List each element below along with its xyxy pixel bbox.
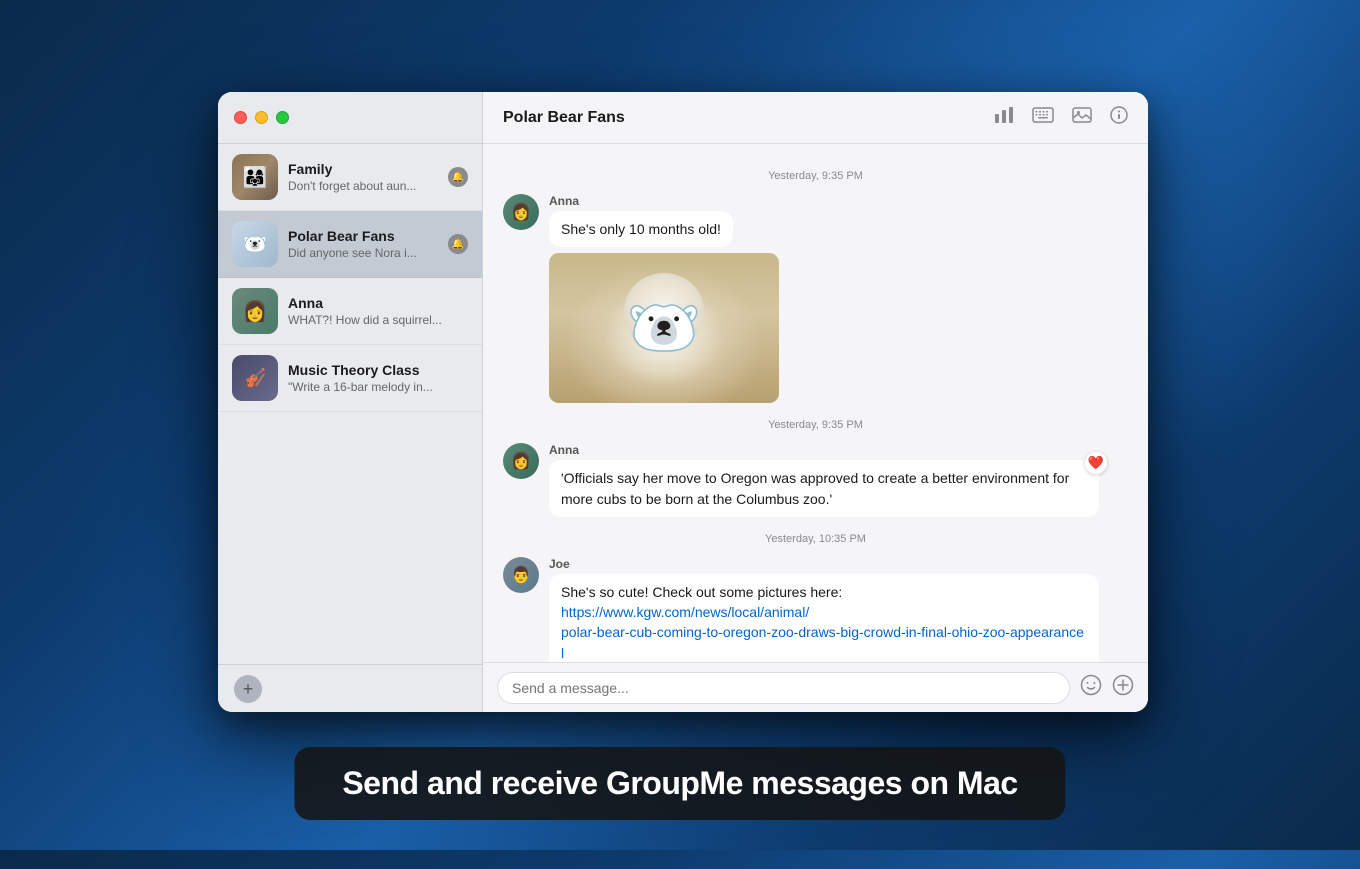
polar-bear-info: Polar Bear Fans Did anyone see Nora i...: [288, 228, 442, 260]
sidebar-item-anna[interactable]: 👩 Anna WHAT?! How did a squirrel...: [218, 278, 482, 345]
sidebar-item-polar-bear-fans[interactable]: 🐻‍❄️ Polar Bear Fans Did anyone see Nora…: [218, 211, 482, 278]
input-area: [483, 662, 1148, 712]
message-input[interactable]: [497, 672, 1070, 704]
sidebar-item-music-theory[interactable]: 🎻 Music Theory Class "Write a 16-bar mel…: [218, 345, 482, 412]
polar-bear-photo: [549, 253, 779, 403]
caption-bar: Send and receive GroupMe messages on Mac: [294, 747, 1065, 820]
message-content-anna-2: Anna 'Officials say her move to Oregon w…: [549, 443, 1128, 517]
chat-title: Polar Bear Fans: [503, 109, 994, 127]
mute-icon-2: 🔔: [452, 239, 464, 250]
avatar-anna-sidebar: 👩: [232, 288, 278, 334]
app-window: 👨‍👩‍👧 Family Don't forget about aun... 🔔…: [218, 92, 1148, 712]
caption-text: Send and receive GroupMe messages on Mac: [342, 765, 1017, 801]
message-anna-1: 👩 Anna She's only 10 months old!: [503, 194, 1128, 403]
keyboard-icon[interactable]: [1032, 107, 1054, 128]
avatar-family: 👨‍👩‍👧: [232, 154, 278, 200]
chat-area: Yesterday, 9:35 PM 👩 Anna She's only 10 …: [483, 144, 1148, 662]
sidebar-footer: +: [218, 664, 482, 712]
maximize-button[interactable]: [276, 111, 289, 124]
message-content-joe-1: Joe She's so cute! Check out some pictur…: [549, 557, 1128, 662]
plus-icon: +: [243, 680, 254, 698]
message-content-anna-1: Anna She's only 10 months old!: [549, 194, 1128, 403]
info-icon[interactable]: [1110, 106, 1128, 129]
sender-anna-2: Anna: [549, 443, 1128, 457]
message-text-anna-2: 'Officials say her move to Oregon was ap…: [549, 460, 1099, 517]
header-icons: [994, 106, 1128, 129]
message-anna-2: 👩 Anna 'Officials say her move to Oregon…: [503, 443, 1128, 517]
message-bubble-with-reaction: 'Officials say her move to Oregon was ap…: [549, 460, 1099, 517]
add-media-button[interactable]: [1112, 674, 1134, 702]
minimize-button[interactable]: [255, 111, 268, 124]
anna-preview: WHAT?! How did a squirrel...: [288, 313, 468, 327]
close-button[interactable]: [234, 111, 247, 124]
main-header: Polar Bear Fans: [483, 92, 1148, 144]
avatar-music: 🎻: [232, 355, 278, 401]
heart-reaction: ❤️: [1085, 452, 1107, 474]
polar-bear-name: Polar Bear Fans: [288, 228, 442, 244]
timestamp-1: Yesterday, 9:35 PM: [503, 170, 1128, 182]
emoji-button[interactable]: [1080, 674, 1102, 702]
main-content: Polar Bear Fans: [483, 92, 1148, 712]
anna-info: Anna WHAT?! How did a squirrel...: [288, 295, 468, 327]
timestamp-2: Yesterday, 9:35 PM: [503, 419, 1128, 431]
message-joe-1: 👨 Joe She's so cute! Check out some pict…: [503, 557, 1128, 662]
avatar-anna-chat-1: 👩: [503, 194, 539, 230]
conversation-list: 👨‍👩‍👧 Family Don't forget about aun... 🔔…: [218, 144, 482, 664]
avatar-joe-1: 👨: [503, 557, 539, 593]
message-text-anna-1: She's only 10 months old!: [549, 211, 733, 247]
timestamp-3: Yesterday, 10:35 PM: [503, 533, 1128, 545]
sender-anna-1: Anna: [549, 194, 1128, 208]
joe-text-1: She's so cute! Check out some pictures h…: [561, 584, 842, 600]
polar-bear-image-content: [549, 253, 779, 403]
music-preview: "Write a 16-bar melody in...: [288, 380, 468, 394]
family-name: Family: [288, 161, 442, 177]
photo-icon[interactable]: [1072, 106, 1092, 129]
family-preview: Don't forget about aun...: [288, 179, 442, 193]
music-name: Music Theory Class: [288, 362, 468, 378]
avatar-polar-bear: 🐻‍❄️: [232, 221, 278, 267]
family-badge: 🔔: [448, 167, 468, 187]
sidebar-item-family[interactable]: 👨‍👩‍👧 Family Don't forget about aun... 🔔: [218, 144, 482, 211]
mute-icon: 🔔: [452, 172, 464, 183]
article-link[interactable]: https://www.kgw.com/news/local/animal/po…: [561, 604, 1084, 662]
polar-bear-preview: Did anyone see Nora i...: [288, 246, 442, 260]
message-text-joe-1: She's so cute! Check out some pictures h…: [549, 574, 1099, 662]
new-conversation-button[interactable]: +: [234, 675, 262, 703]
polar-bear-badge: 🔔: [448, 234, 468, 254]
sidebar-titlebar: [218, 92, 482, 144]
anna-name: Anna: [288, 295, 468, 311]
traffic-lights: [234, 111, 289, 124]
chart-icon[interactable]: [994, 106, 1014, 129]
sender-joe-1: Joe: [549, 557, 1128, 571]
message-image-wrap: [549, 253, 1128, 403]
music-info: Music Theory Class "Write a 16-bar melod…: [288, 362, 468, 394]
sidebar: 👨‍👩‍👧 Family Don't forget about aun... 🔔…: [218, 92, 483, 712]
avatar-anna-chat-2: 👩: [503, 443, 539, 479]
family-info: Family Don't forget about aun...: [288, 161, 442, 193]
